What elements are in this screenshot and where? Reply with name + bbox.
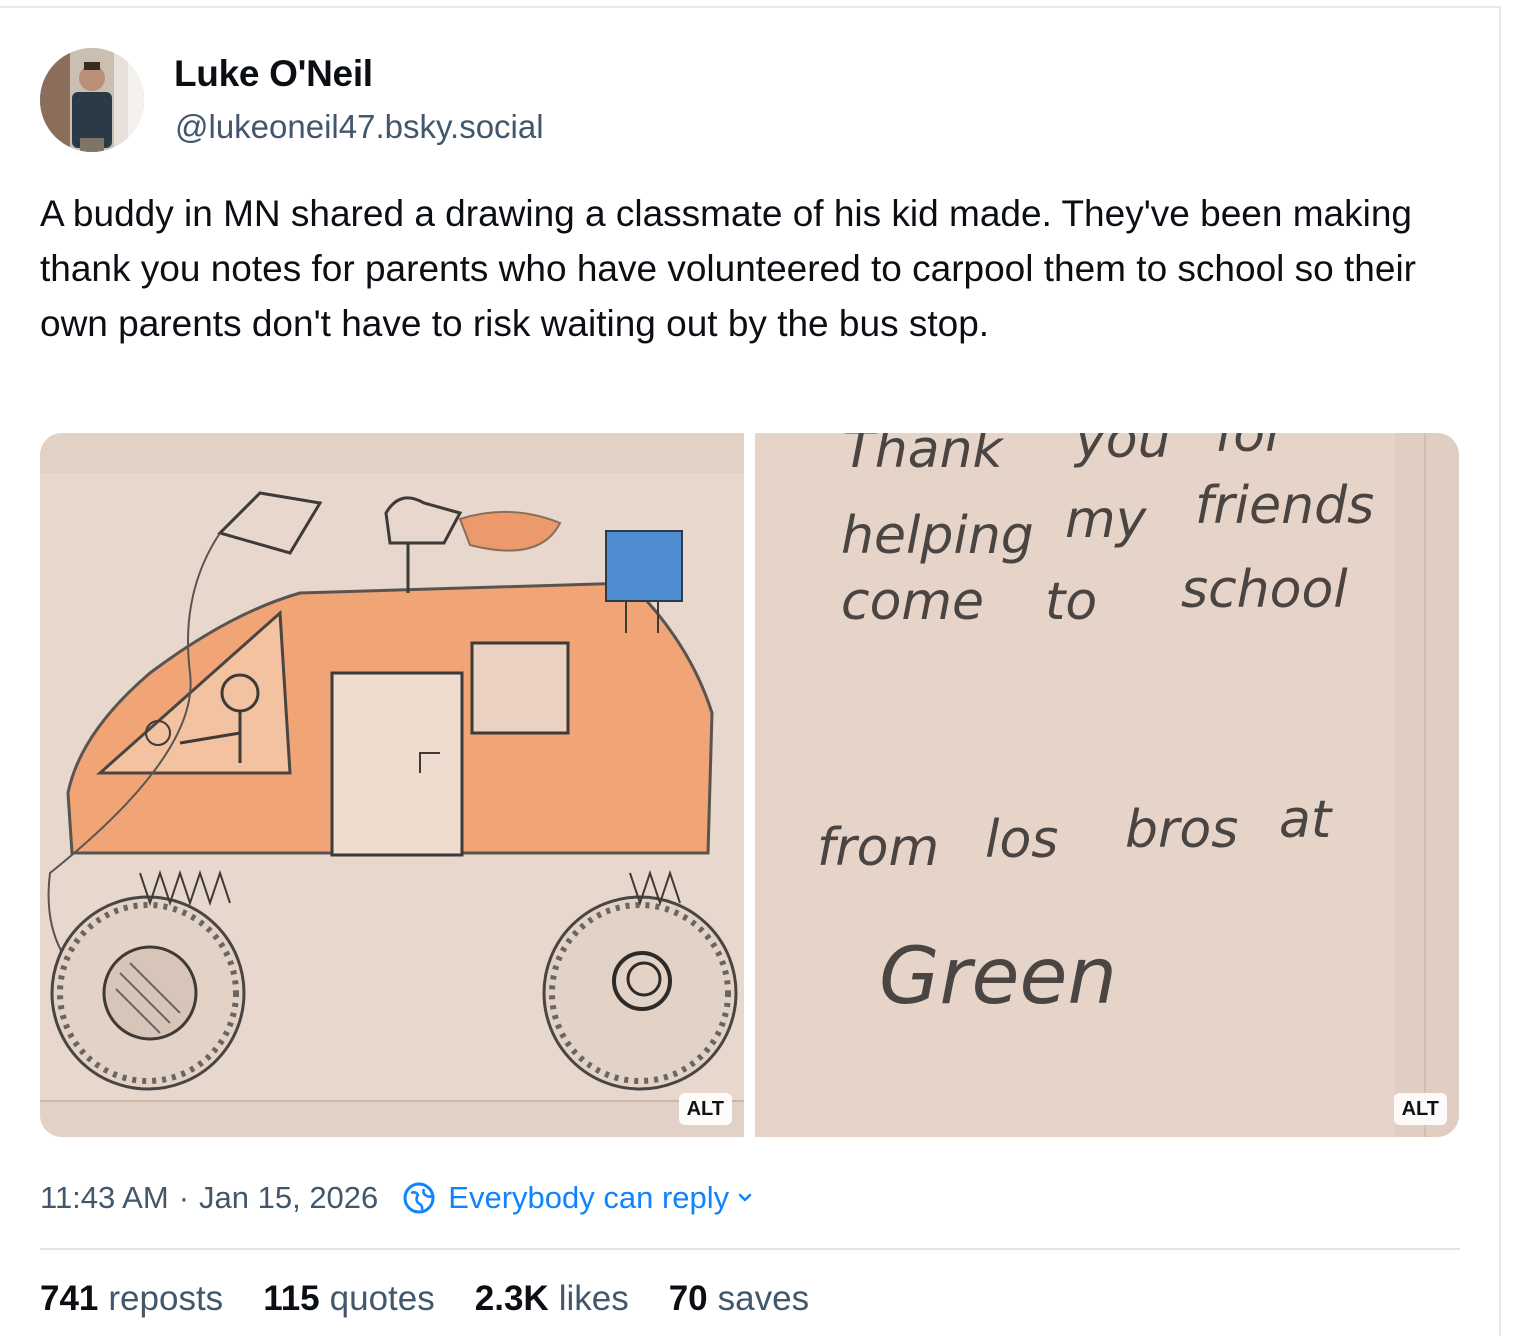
quotes-label: quotes: [329, 1279, 435, 1318]
note-word: school: [1181, 560, 1348, 620]
author-handle[interactable]: @lukeoneil47.bsky.social: [175, 108, 544, 146]
right-border: [1499, 6, 1501, 1336]
meta-separator: ·: [178, 1180, 190, 1215]
likes-label: likes: [558, 1279, 629, 1318]
author-avatar[interactable]: [40, 48, 144, 152]
note-word: Green: [879, 932, 1117, 1022]
note-word: my: [1065, 490, 1148, 550]
note-word: at: [1279, 790, 1333, 850]
note-word: from: [817, 818, 939, 878]
quotes-stat[interactable]: 115 quotes: [263, 1279, 435, 1319]
reposts-count: 741: [40, 1279, 99, 1318]
post-date[interactable]: Jan 15, 2026: [199, 1180, 378, 1216]
post-time[interactable]: 11:43 AM: [40, 1180, 169, 1216]
reply-setting-label: Everybody can reply: [448, 1180, 730, 1215]
post-image-drawing[interactable]: ALT: [40, 433, 744, 1137]
chevron-down-icon: [738, 1193, 752, 1202]
note-word: helping: [841, 506, 1034, 566]
note-word: for: [1215, 433, 1290, 464]
stats-divider: [40, 1248, 1460, 1250]
note-word: to: [1045, 572, 1097, 632]
note-word: friends: [1195, 476, 1374, 536]
reply-setting-button[interactable]: Everybody can reply: [402, 1180, 765, 1216]
engagement-stats: 741 reposts 115 quotes 2.3K likes 70 saves: [40, 1276, 849, 1322]
note-word: bros: [1125, 800, 1238, 860]
saves-stat[interactable]: 70 saves: [669, 1279, 809, 1319]
saves-label: saves: [717, 1279, 810, 1318]
likes-count: 2.3K: [474, 1279, 549, 1318]
reposts-label: reposts: [108, 1279, 224, 1318]
post-meta: 11:43 AM · Jan 15, 2026 Everybody can re…: [40, 1178, 765, 1218]
alt-text-badge[interactable]: ALT: [678, 1093, 732, 1125]
top-border: [0, 6, 1500, 8]
post-image-note[interactable]: Thank you for helping my friends come to…: [755, 433, 1459, 1137]
note-word: Thank: [843, 433, 1005, 480]
post-text: A buddy in MN shared a drawing a classma…: [40, 193, 1416, 344]
author-name[interactable]: Luke O'Neil: [174, 53, 373, 95]
note-word: come: [841, 572, 984, 632]
alt-text-badge[interactable]: ALT: [1393, 1093, 1447, 1125]
saves-count: 70: [668, 1279, 708, 1318]
globe-icon: [403, 1182, 435, 1214]
quotes-count: 115: [263, 1279, 320, 1318]
note-word: you: [1073, 433, 1171, 470]
likes-stat[interactable]: 2.3K likes: [475, 1279, 629, 1319]
note-word: los: [985, 810, 1058, 870]
reposts-stat[interactable]: 741 reposts: [40, 1279, 223, 1319]
